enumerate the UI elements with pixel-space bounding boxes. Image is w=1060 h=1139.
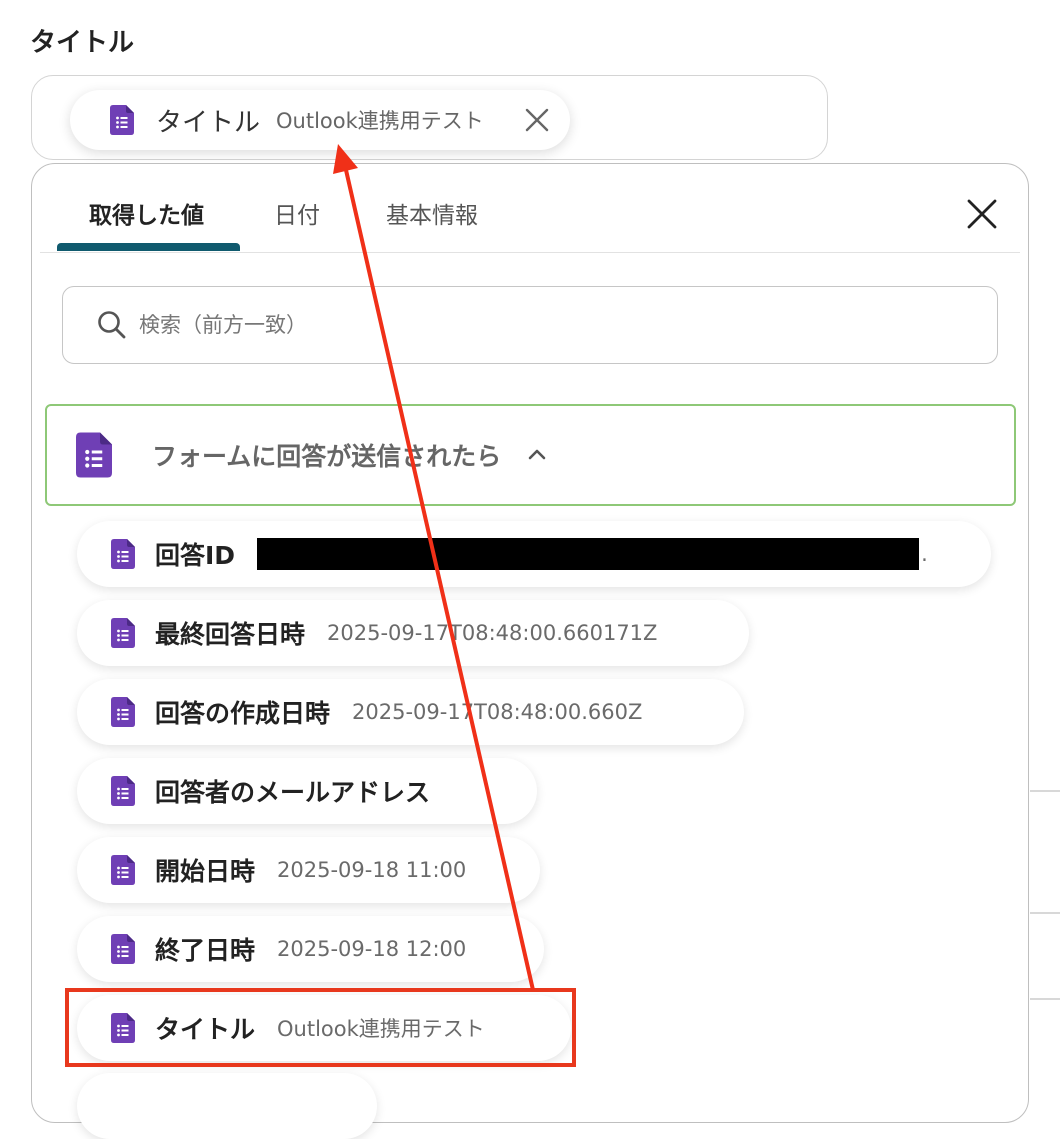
google-forms-icon (76, 432, 112, 478)
item-value: 2025-09-17T08:48:00.660171Z (327, 621, 658, 645)
item-suffix: . (921, 542, 928, 566)
google-forms-icon (111, 697, 135, 727)
item-key: 最終回答日時 (155, 620, 306, 649)
list-item-respondent-email[interactable]: 回答者のメールアドレス (77, 758, 537, 824)
item-key: タイトル (155, 1015, 256, 1044)
list-item-last-response-time[interactable]: 最終回答日時 2025-09-17T08:48:00.660171Z (77, 600, 749, 666)
list-item-title[interactable]: タイトル Outlook連携用テスト (77, 995, 571, 1061)
google-forms-icon (111, 1013, 135, 1043)
item-key: 回答の作成日時 (155, 699, 331, 728)
close-icon[interactable] (966, 198, 998, 230)
list-item-start-time[interactable]: 開始日時 2025-09-18 11:00 (77, 837, 540, 903)
item-value: Outlook連携用テスト (277, 1017, 485, 1041)
item-key: 回答ID (155, 541, 236, 570)
chevron-up-icon[interactable] (525, 443, 549, 467)
tab-date[interactable]: 日付 (274, 196, 320, 230)
search-box[interactable] (62, 286, 998, 364)
google-forms-icon (110, 105, 134, 135)
chip-value: Outlook連携用テスト (276, 109, 484, 133)
title-field-label: タイトル (30, 28, 135, 58)
list-item-response-created-time[interactable]: 回答の作成日時 2025-09-17T08:48:00.660Z (77, 679, 744, 745)
trigger-group-header[interactable]: フォームに回答が送信されたら (45, 404, 1016, 506)
tab-bar: 取得した値 日付 基本情報 (40, 164, 1020, 253)
close-icon[interactable] (524, 107, 550, 133)
tab-acquired-values[interactable]: 取得した値 (89, 196, 204, 230)
chip-key: タイトル (156, 107, 261, 138)
list-item-end-time[interactable]: 終了日時 2025-09-18 12:00 (77, 916, 544, 982)
item-value: 2025-09-17T08:48:00.660Z (352, 700, 643, 724)
divider (1030, 912, 1060, 914)
redacted-value (257, 538, 920, 570)
item-value: 2025-09-18 12:00 (277, 937, 467, 961)
tab-basic-info[interactable]: 基本情報 (386, 196, 478, 230)
divider (1030, 790, 1060, 792)
search-input[interactable] (137, 312, 901, 338)
google-forms-icon (111, 855, 135, 885)
search-icon (98, 311, 126, 339)
list-item-response-id[interactable]: 回答ID . (77, 521, 991, 587)
google-forms-icon (111, 776, 135, 806)
item-key: 開始日時 (155, 857, 256, 886)
active-tab-indicator (57, 243, 240, 251)
title-value-chip[interactable]: タイトル Outlook連携用テスト (70, 90, 570, 150)
google-forms-icon (111, 934, 135, 964)
google-forms-icon (111, 539, 135, 569)
item-key: 回答者のメールアドレス (155, 778, 431, 807)
item-value: 2025-09-18 11:00 (277, 858, 467, 882)
item-key: 終了日時 (155, 936, 256, 965)
google-forms-icon (111, 618, 135, 648)
divider (1030, 998, 1060, 1000)
list-item[interactable] (77, 1073, 377, 1139)
trigger-group-label: フォームに回答が送信されたら (152, 442, 502, 471)
